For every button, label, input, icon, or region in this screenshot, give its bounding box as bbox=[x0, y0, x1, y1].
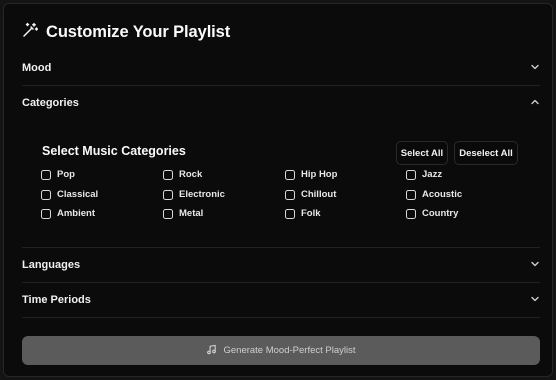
checkbox[interactable] bbox=[163, 169, 173, 180]
checkbox-label: Metal bbox=[179, 208, 204, 219]
checkbox-label: Chillout bbox=[301, 189, 337, 200]
header: Customize Your Playlist bbox=[22, 20, 230, 44]
section-mood-toggle[interactable]: Mood bbox=[22, 51, 540, 85]
checkbox[interactable] bbox=[41, 208, 51, 219]
checkbox[interactable] bbox=[285, 208, 295, 219]
category-checkbox-metal[interactable]: Metal bbox=[163, 208, 203, 219]
playlist-customizer-panel: Customize Your Playlist Mood Categories … bbox=[3, 3, 553, 377]
magic-wand-icon bbox=[22, 22, 39, 43]
category-checkbox-acoustic[interactable]: Acoustic bbox=[406, 189, 462, 200]
category-checkbox-hip-hop[interactable]: Hip Hop bbox=[285, 169, 337, 180]
checkbox[interactable] bbox=[41, 169, 51, 180]
generate-button-label: Generate Mood-Perfect Playlist bbox=[223, 345, 356, 356]
select-all-button[interactable]: Select All bbox=[396, 141, 448, 165]
category-checkbox-ambient[interactable]: Ambient bbox=[41, 208, 95, 219]
section-languages-label: Languages bbox=[22, 259, 81, 271]
section-time-periods-toggle[interactable]: Time Periods bbox=[22, 283, 540, 317]
music-note-icon bbox=[206, 344, 217, 358]
category-checkbox-chillout[interactable]: Chillout bbox=[285, 189, 336, 200]
checkbox-label: Rock bbox=[179, 169, 203, 180]
checkbox[interactable] bbox=[285, 189, 295, 200]
divider bbox=[22, 317, 540, 318]
checkbox[interactable] bbox=[406, 189, 416, 200]
deselect-all-button[interactable]: Deselect All bbox=[454, 141, 518, 165]
category-checkbox-pop[interactable]: Pop bbox=[41, 169, 75, 180]
checkbox[interactable] bbox=[163, 189, 173, 200]
checkbox-label: Classical bbox=[57, 189, 99, 200]
category-checkbox-rock[interactable]: Rock bbox=[163, 169, 202, 180]
chevron-up-icon bbox=[530, 94, 540, 112]
checkbox[interactable] bbox=[406, 169, 416, 180]
section-time-periods-label: Time Periods bbox=[22, 294, 91, 306]
categories-heading: Select Music Categories bbox=[42, 144, 186, 158]
checkbox-label: Country bbox=[422, 208, 459, 219]
section-categories-label: Categories bbox=[22, 97, 79, 109]
checkbox-label: Acoustic bbox=[422, 189, 463, 200]
checkbox-label: Jazz bbox=[422, 169, 443, 180]
checkbox-label: Ambient bbox=[57, 208, 95, 219]
category-checkbox-folk[interactable]: Folk bbox=[285, 208, 321, 219]
section-mood-label: Mood bbox=[22, 62, 52, 74]
checkbox-label: Pop bbox=[57, 169, 75, 180]
checkbox[interactable] bbox=[163, 208, 173, 219]
checkbox[interactable] bbox=[285, 169, 295, 180]
checkbox-label: Folk bbox=[301, 208, 321, 219]
category-checkbox-jazz[interactable]: Jazz bbox=[406, 169, 442, 180]
chevron-down-icon bbox=[530, 59, 540, 77]
checkbox-label: Hip Hop bbox=[301, 169, 338, 180]
generate-playlist-button[interactable]: Generate Mood-Perfect Playlist bbox=[22, 336, 540, 365]
section-categories-toggle[interactable]: Categories bbox=[22, 86, 540, 120]
checkbox[interactable] bbox=[406, 208, 416, 219]
category-checkbox-classical[interactable]: Classical bbox=[41, 189, 98, 200]
checkbox-label: Electronic bbox=[179, 189, 225, 200]
chevron-down-icon bbox=[530, 291, 540, 309]
category-checkbox-country[interactable]: Country bbox=[406, 208, 458, 219]
checkbox[interactable] bbox=[41, 189, 51, 200]
section-languages-toggle[interactable]: Languages bbox=[22, 248, 540, 282]
page-title: Customize Your Playlist bbox=[46, 22, 231, 41]
chevron-down-icon bbox=[530, 256, 540, 274]
category-checkbox-electronic[interactable]: Electronic bbox=[163, 189, 225, 200]
